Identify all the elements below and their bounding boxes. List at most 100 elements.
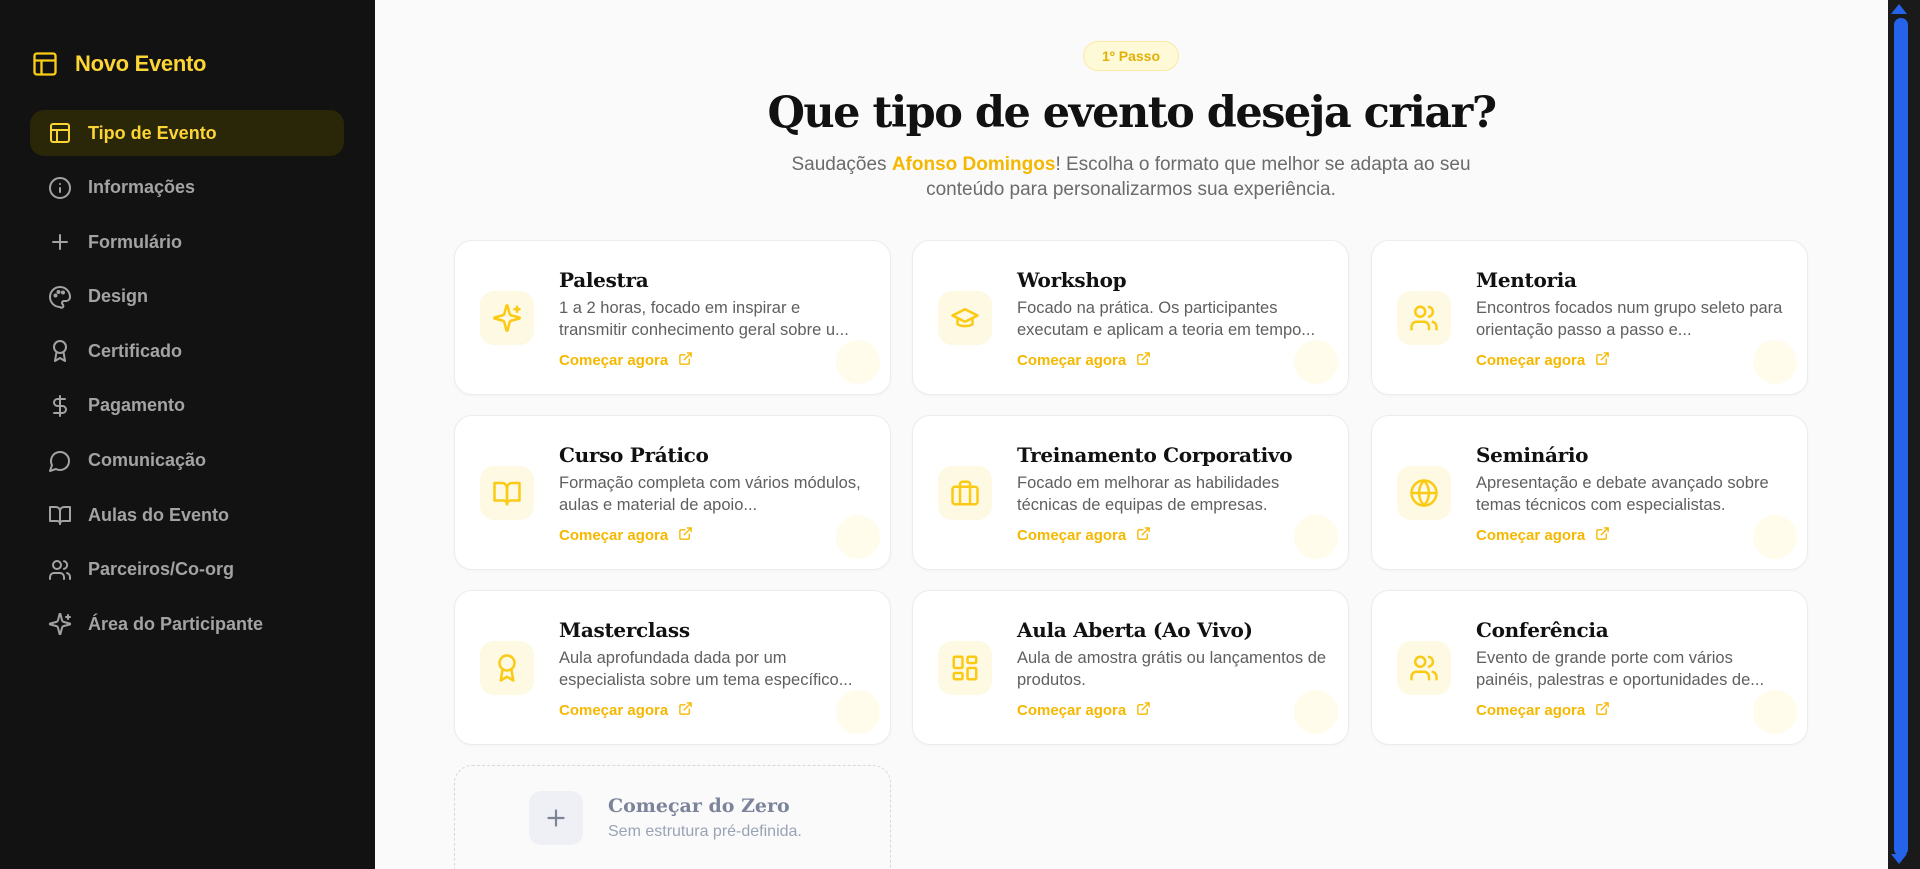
card-title: Palestra (559, 268, 649, 292)
card-description: Aula aprofundada dada por um especialist… (559, 649, 853, 689)
card-description: Aula de amostra grátis ou lançamentos de… (1017, 649, 1327, 689)
palette-icon (48, 285, 72, 309)
start-now-link[interactable]: Começar agora (559, 526, 693, 545)
message-icon (48, 449, 72, 473)
scroll-down-arrow-icon[interactable] (1891, 854, 1907, 864)
start-now-link[interactable]: Começar agora (1476, 526, 1610, 545)
book-icon (480, 466, 534, 520)
layout-icon (48, 121, 72, 145)
start-now-link[interactable]: Começar agora (559, 701, 693, 720)
external-link-icon (1595, 526, 1610, 545)
info-icon (48, 176, 72, 200)
sparkles-icon (480, 291, 534, 345)
dashboard-icon (938, 641, 992, 695)
event-card-curso-pratico[interactable]: Curso Prático Formação completa com vári… (454, 415, 891, 570)
card-description: Focado em melhorar as habilidades técnic… (1017, 474, 1280, 514)
sidebar-item-comunicacao[interactable]: Comunicação (30, 438, 344, 484)
start-now-label: Começar agora (1476, 527, 1586, 544)
user-name: Afonso Domingos (891, 154, 1056, 175)
card-decoration (836, 340, 880, 384)
award-icon (48, 339, 72, 363)
users-icon (1397, 291, 1451, 345)
brand[interactable]: Novo Evento (31, 50, 206, 78)
scrollbar-thumb[interactable] (1894, 18, 1908, 856)
external-link-icon (1595, 351, 1610, 370)
card-decoration (836, 515, 880, 559)
event-card-treinamento-corporativo[interactable]: Treinamento Corporativo Focado em melhor… (912, 415, 1349, 570)
start-from-zero-subtitle: Sem estrutura pré-definida. (608, 823, 802, 840)
sidebar-item-design[interactable]: Design (30, 274, 344, 320)
start-now-label: Começar agora (1476, 352, 1586, 369)
sparkles-icon (48, 612, 72, 636)
sidebar-item-pagamento[interactable]: Pagamento (30, 383, 344, 429)
start-now-label: Começar agora (1017, 702, 1127, 719)
card-decoration (836, 690, 880, 734)
start-now-link[interactable]: Começar agora (1476, 351, 1610, 370)
start-now-label: Começar agora (1017, 352, 1127, 369)
start-now-link[interactable]: Começar agora (1476, 701, 1610, 720)
card-decoration (1294, 515, 1338, 559)
plus-icon (529, 791, 583, 845)
sidebar-item-area-do-participante[interactable]: Área do Participante (30, 601, 344, 647)
page-title: Que tipo de evento deseja criar? (767, 88, 1497, 138)
plus-icon (48, 230, 72, 254)
sidebar-item-label: Formulário (88, 231, 183, 252)
start-now-label: Começar agora (559, 352, 669, 369)
external-link-icon (678, 351, 693, 370)
sidebar-item-certificado[interactable]: Certificado (30, 328, 344, 374)
sidebar-item-label: Pagamento (88, 395, 186, 416)
sidebar-item-label: Comunicação (88, 450, 207, 471)
card-description: Evento de grande porte com vários painéi… (1476, 649, 1765, 689)
sidebar-item-tipo-de-evento[interactable]: Tipo de Evento (30, 110, 344, 156)
start-now-link[interactable]: Começar agora (1017, 351, 1151, 370)
event-card-palestra[interactable]: Palestra 1 a 2 horas, focado em inspirar… (454, 240, 891, 395)
start-from-zero-card[interactable]: Começar do Zero Sem estrutura pré-defini… (454, 765, 891, 869)
card-decoration (1294, 340, 1338, 384)
main-content: 1º Passo Que tipo de evento deseja criar… (375, 0, 1888, 869)
event-card-seminario[interactable]: Seminário Apresentação e debate avançado… (1371, 415, 1808, 570)
card-title: Seminário (1476, 443, 1589, 467)
sidebar-item-label: Parceiros/Co-org (88, 559, 235, 580)
external-link-icon (1136, 526, 1151, 545)
sidebar-item-parceiros[interactable]: Parceiros/Co-org (30, 547, 344, 593)
external-link-icon (678, 701, 693, 720)
sidebar: Novo Evento Tipo de Evento Informações F… (0, 0, 375, 869)
layout-icon (31, 50, 59, 78)
sidebar-item-label: Tipo de Evento (88, 122, 217, 143)
sidebar-item-label: Área do Participante (88, 613, 264, 634)
globe-icon (1397, 466, 1451, 520)
card-title: Treinamento Corporativo (1017, 443, 1293, 467)
external-link-icon (1595, 701, 1610, 720)
users-icon (1397, 641, 1451, 695)
start-now-label: Começar agora (1017, 527, 1127, 544)
event-card-mentoria[interactable]: Mentoria Encontros focados num grupo sel… (1371, 240, 1808, 395)
graduation-cap-icon (938, 291, 992, 345)
start-now-label: Começar agora (559, 527, 669, 544)
page-subtitle: Saudações Afonso Domingos! Escolha o for… (755, 152, 1507, 202)
scroll-up-arrow-icon[interactable] (1891, 4, 1907, 14)
card-title: Mentoria (1476, 268, 1577, 292)
award-icon (480, 641, 534, 695)
brand-title: Novo Evento (75, 51, 207, 76)
sidebar-item-formulario[interactable]: Formulário (30, 219, 344, 265)
event-card-aula-aberta[interactable]: Aula Aberta (Ao Vivo) Aula de amostra gr… (912, 590, 1349, 745)
users-icon (48, 558, 72, 582)
event-card-workshop[interactable]: Workshop Focado na prática. Os participa… (912, 240, 1349, 395)
card-title: Curso Prático (559, 443, 709, 467)
sidebar-item-informacoes[interactable]: Informações (30, 165, 344, 211)
sidebar-item-label: Aulas do Evento (88, 504, 230, 525)
dollar-icon (48, 394, 72, 418)
start-now-link[interactable]: Começar agora (1017, 701, 1151, 720)
sidebar-item-aulas-do-evento[interactable]: Aulas do Evento (30, 492, 344, 538)
card-title: Aula Aberta (Ao Vivo) (1017, 618, 1253, 642)
start-from-zero-title: Começar do Zero (608, 795, 790, 817)
step-badge: 1º Passo (1083, 41, 1179, 71)
card-title: Masterclass (559, 618, 690, 642)
event-card-masterclass[interactable]: Masterclass Aula aprofundada dada por um… (454, 590, 891, 745)
sidebar-item-label: Design (88, 286, 149, 307)
card-description: Formação completa com vários módulos, au… (559, 474, 861, 514)
start-now-link[interactable]: Começar agora (1017, 526, 1151, 545)
event-card-conferencia[interactable]: Conferência Evento de grande porte com v… (1371, 590, 1808, 745)
start-now-link[interactable]: Começar agora (559, 351, 693, 370)
card-decoration (1753, 340, 1797, 384)
